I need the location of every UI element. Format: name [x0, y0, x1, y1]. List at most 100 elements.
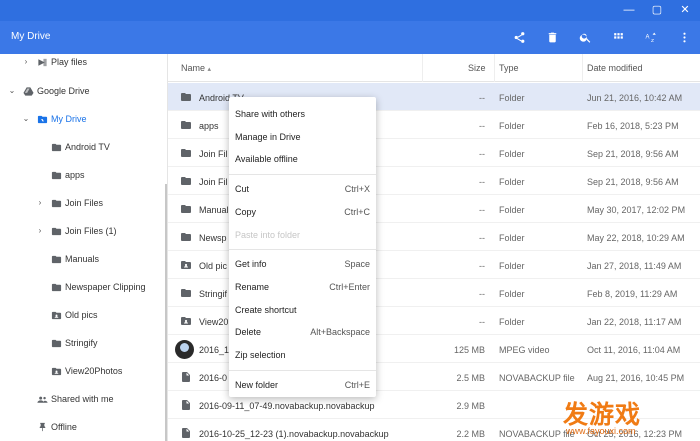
more-vert-icon[interactable] — [676, 30, 692, 46]
expand-chevron-icon[interactable]: ⌄ — [7, 86, 17, 95]
folder-icon — [180, 203, 192, 215]
file-type: Folder — [499, 121, 525, 131]
sidebar-item-old-pics[interactable]: Old pics — [0, 304, 167, 326]
file-type: Folder — [499, 149, 525, 159]
menu-create-shortcut[interactable]: Create shortcut — [229, 299, 376, 321]
menu-copy[interactable]: Copy Ctrl+C — [229, 201, 376, 223]
menu-separator — [229, 369, 376, 371]
sidebar-item-stringify[interactable]: Stringify — [0, 332, 167, 354]
minimize-button[interactable]: — — [622, 3, 636, 17]
menu-item-label: Zip selection — [235, 350, 286, 360]
menu-item-label: Available offline — [235, 154, 298, 165]
menu-manage-in-drive[interactable]: Manage in Drive — [229, 126, 376, 148]
file-date-modified: Sep 21, 2018, 9:56 AM — [587, 177, 679, 187]
sidebar-item-join-files[interactable]: › Join Files — [0, 192, 167, 214]
maximize-button[interactable]: ▢ — [650, 3, 664, 17]
play-files-icon — [36, 56, 48, 68]
file-name: 2016-09-11_07-49.novabackup.novabackup — [199, 401, 375, 411]
file-type: Folder — [499, 177, 525, 187]
menu-share-with-others[interactable]: Share with others — [229, 103, 376, 125]
expand-chevron-icon[interactable]: › — [21, 57, 31, 66]
file-size: -- — [479, 205, 485, 215]
menu-item-shortcut: Ctrl+C — [344, 206, 370, 217]
sidebar-item-offline[interactable]: Offline — [0, 416, 167, 438]
column-divider — [582, 54, 583, 82]
menu-delete[interactable]: Delete Alt+Backspace — [229, 321, 376, 343]
column-size[interactable]: Size — [468, 63, 486, 73]
folder-icon — [50, 337, 62, 349]
file-size: -- — [479, 93, 485, 103]
sidebar-item-google-drive[interactable]: ⌄ Google Drive — [0, 80, 167, 102]
sidebar: › Play files ⌄ Google Drive ⌄ My Drive Android… — [0, 54, 168, 441]
menu-rename[interactable]: Rename Ctrl+Enter — [229, 276, 376, 298]
folder-icon — [50, 197, 62, 209]
menu-zip-selection[interactable]: Zip selection — [229, 344, 376, 366]
menu-available-offline[interactable]: Available offline — [229, 148, 376, 170]
file-type: Folder — [499, 205, 525, 215]
sidebar-item-label: Join Files (1) — [65, 226, 117, 236]
sidebar-item-shared-with-me[interactable]: Shared with me — [0, 388, 167, 410]
google-drive-icon — [22, 85, 34, 97]
menu-new-folder[interactable]: New folder Ctrl+E — [229, 374, 376, 396]
folder-icon — [180, 91, 192, 103]
sidebar-item-play-files[interactable]: › Play files — [0, 54, 167, 73]
menu-item-label: Delete — [235, 327, 262, 338]
file-size: -- — [479, 149, 485, 159]
sidebar-item-label: Old pics — [65, 310, 98, 320]
column-type[interactable]: Type — [499, 63, 519, 73]
sidebar-item-my-drive[interactable]: ⌄ My Drive — [0, 108, 167, 130]
file-date-modified: Feb 16, 2018, 5:23 PM — [587, 121, 679, 131]
page-title: My Drive — [11, 31, 51, 42]
sidebar-item-label: View20Photos — [65, 366, 123, 376]
sidebar-item-manuals[interactable]: Manuals — [0, 248, 167, 270]
search-icon[interactable] — [577, 30, 593, 46]
grid-view-icon[interactable] — [610, 30, 626, 46]
file-date-modified: Jun 21, 2016, 10:42 AM — [587, 93, 683, 103]
menu-item-label: Paste into folder — [235, 229, 301, 240]
sidebar-item-label: Join Files — [65, 198, 104, 208]
column-divider — [494, 54, 495, 82]
folder-icon — [180, 147, 192, 159]
sidebar-item-apps[interactable]: apps — [0, 164, 167, 186]
folder-icon — [180, 175, 192, 187]
menu-item-label: Share with others — [235, 109, 306, 119]
file-type: Folder — [499, 261, 525, 271]
file-size: 2.2 MB — [456, 429, 485, 439]
file-name: 2016-10-25_12-23 (1).novabackup.novaback… — [199, 429, 389, 439]
file-name: 2016_1 — [199, 345, 230, 355]
file-size: 2.9 MB — [456, 401, 485, 411]
window-titlebar: — ▢ ✕ — [0, 0, 700, 21]
file-name: 2016-0 — [199, 373, 228, 383]
share-icon[interactable] — [511, 30, 527, 46]
column-date-modified[interactable]: Date modified — [587, 63, 643, 73]
folder-icon — [180, 119, 192, 131]
close-button[interactable]: ✕ — [678, 3, 692, 17]
file-name: View20 — [199, 317, 229, 327]
video-thumbnail — [175, 340, 194, 359]
sidebar-item-join-files-1[interactable]: › Join Files (1) — [0, 220, 167, 242]
sort-az-icon[interactable]: AZ — [643, 30, 659, 46]
delete-icon[interactable] — [544, 30, 560, 46]
folder-icon — [180, 231, 192, 243]
sidebar-item-label: Offline — [51, 422, 77, 432]
menu-get-info[interactable]: Get info Space — [229, 253, 376, 275]
expand-chevron-icon[interactable]: › — [35, 198, 45, 207]
context-menu: Share with others Manage in Drive Availabl… — [229, 97, 376, 397]
file-size: -- — [479, 261, 485, 271]
file-type: Folder — [499, 93, 525, 103]
expand-chevron-icon[interactable]: ⌄ — [21, 114, 31, 123]
expand-chevron-icon[interactable]: › — [35, 226, 45, 235]
column-name[interactable]: Name ▴ — [181, 63, 211, 73]
file-date-modified: May 30, 2017, 12:02 PM — [587, 205, 686, 215]
menu-item-label: Create shortcut — [235, 304, 297, 315]
sidebar-item-label: My Drive — [51, 114, 87, 124]
menu-cut[interactable]: Cut Ctrl+X — [229, 178, 376, 200]
sidebar-item-newspaper-clipping[interactable]: Newspaper Clipping — [0, 276, 167, 298]
sidebar-item-android-tv[interactable]: Android TV — [0, 136, 167, 158]
file-size: 125 MB — [453, 345, 485, 355]
app-toolbar: My Drive AZ — [0, 21, 700, 54]
shared-with-me-icon — [36, 393, 48, 405]
sidebar-item-view20photos[interactable]: View20Photos — [0, 360, 167, 382]
file-name: Manual — [199, 205, 229, 215]
menu-item-shortcut: Alt+Backspace — [310, 327, 370, 338]
